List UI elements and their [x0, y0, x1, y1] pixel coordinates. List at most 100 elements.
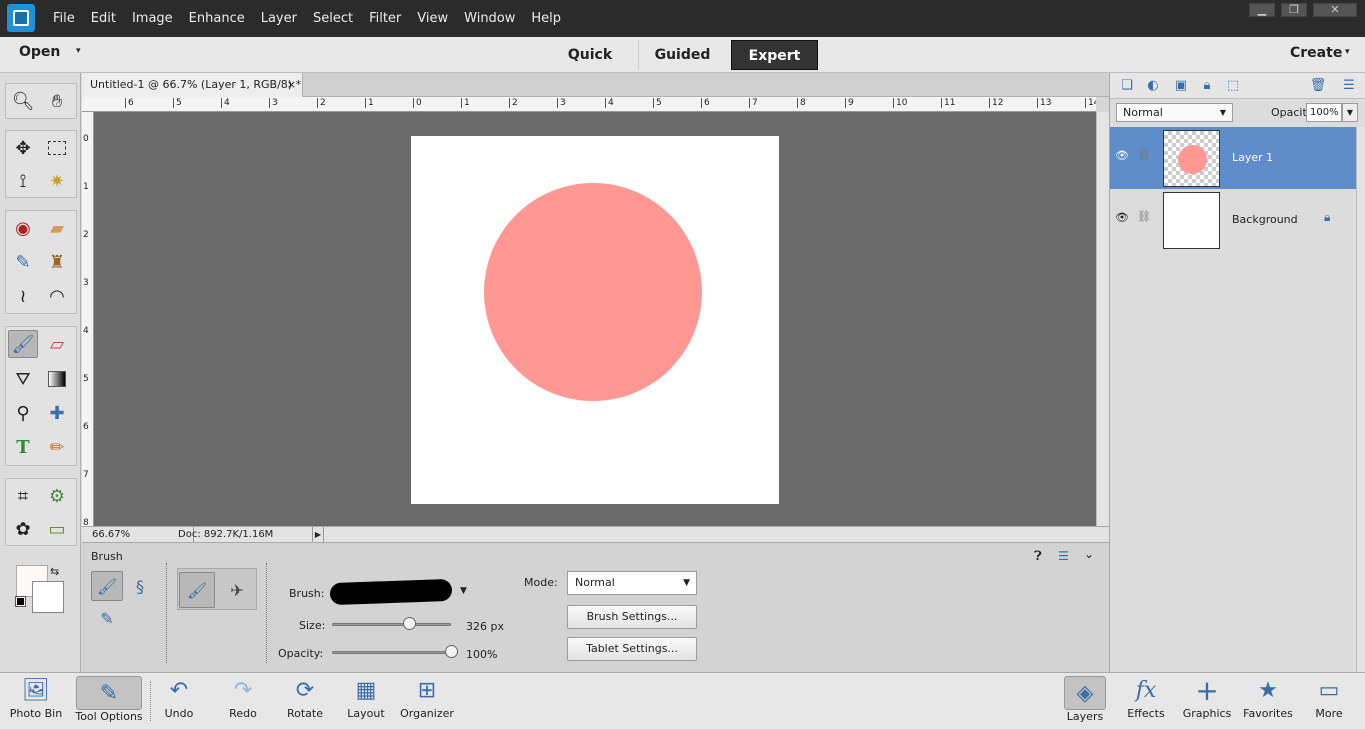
minimize-icon[interactable] [1249, 3, 1275, 17]
layer-row-layer-1[interactable]: 👁︎ ⛓︎ Layer 1 [1110, 127, 1356, 189]
clone-stamp-icon[interactable]: ♜ [42, 248, 72, 276]
effects-button[interactable]: fx Effects [1121, 673, 1171, 730]
blend-mode-dropdown[interactable]: Normal ▼ [1116, 103, 1233, 122]
menu-image[interactable]: Image [132, 11, 173, 26]
favorites-button[interactable]: ★ Favorites [1242, 673, 1294, 730]
layers-button[interactable]: ◈ Layers [1060, 673, 1110, 730]
menu-file[interactable]: File [53, 11, 75, 26]
size-slider[interactable] [332, 623, 451, 626]
tool-options-button[interactable]: ✎ Tool Options [72, 673, 146, 730]
eyedropper-icon[interactable]: ⚲ [8, 399, 38, 427]
marquee-tool-icon[interactable] [42, 134, 72, 162]
redo-button[interactable]: ↷ Redo [220, 673, 266, 730]
new-layer-icon[interactable]: ❏ [1118, 77, 1136, 95]
document-tab[interactable]: Untitled-1 @ 66.7% (Layer 1, RGB/8) * × [82, 73, 303, 97]
tablet-settings-button[interactable]: Tablet Settings... [567, 637, 697, 661]
smart-brush-icon[interactable]: ✎ [8, 248, 38, 276]
swap-colors-icon[interactable]: ⇆ [50, 565, 59, 578]
menu-enhance[interactable]: Enhance [189, 11, 245, 26]
brush-tool-icon[interactable]: 🖌︎ [8, 330, 38, 358]
cookie-cutter-icon[interactable]: ✿ [8, 515, 38, 543]
zoom-tool-icon[interactable]: 🔍︎ [8, 87, 38, 115]
close-window-icon[interactable] [1313, 3, 1357, 17]
lasso-tool-icon[interactable]: ⟟ [8, 167, 38, 195]
adjustment-layer-icon[interactable]: ◐ [1144, 77, 1162, 95]
layers-scrollbar[interactable] [1356, 127, 1365, 672]
layout-button[interactable]: ▦ Layout [343, 673, 389, 730]
open-button[interactable]: Open [19, 44, 60, 60]
photo-bin-button[interactable]: 🖼︎ Photo Bin [4, 673, 68, 730]
airbrush-icon[interactable]: ✈︎ [219, 572, 255, 608]
create-button[interactable]: Create [1290, 45, 1342, 61]
brush-preview[interactable] [329, 578, 453, 606]
brush-normal-icon[interactable]: 🖌︎ [179, 572, 215, 608]
layer-mask-icon[interactable]: ▣ [1172, 77, 1190, 95]
recompose-tool-icon[interactable]: ⚙︎ [42, 482, 72, 510]
custom-shape-icon[interactable]: ✚ [42, 399, 72, 427]
panel-menu-icon[interactable]: ☰ [1058, 549, 1069, 563]
collapse-panel-icon[interactable]: ⌄ [1084, 547, 1094, 561]
create-dropdown-icon[interactable]: ▾ [1345, 47, 1350, 57]
menu-filter[interactable]: Filter [369, 11, 401, 26]
magic-wand-icon[interactable]: ✷ [42, 167, 72, 195]
brush-settings-button[interactable]: Brush Settings... [567, 605, 697, 629]
menu-window[interactable]: Window [464, 11, 515, 26]
brush-picker-arrow-icon[interactable]: ▼ [460, 586, 467, 596]
type-tool-icon[interactable]: T [8, 433, 38, 461]
color-replacement-icon[interactable]: ✎ [91, 603, 123, 633]
visibility-eye-icon[interactable]: 👁︎ [1115, 149, 1129, 162]
blur-tool-icon[interactable]: ≀ [8, 282, 38, 310]
menu-layer[interactable]: Layer [261, 11, 297, 26]
menu-edit[interactable]: Edit [91, 11, 116, 26]
delete-layer-icon[interactable]: 🗑︎ [1309, 77, 1327, 95]
status-menu-arrow-icon[interactable]: ▶ [312, 527, 324, 542]
sponge-tool-icon[interactable]: ◠ [42, 282, 72, 310]
layer-row-background[interactable]: 👁︎ ⛓︎ Background 🔒︎ [1110, 189, 1356, 251]
layer-name[interactable]: Layer 1 [1232, 151, 1273, 164]
graphics-button[interactable]: + Graphics [1181, 673, 1233, 730]
menu-select[interactable]: Select [313, 11, 353, 26]
tab-quick[interactable]: Quick [548, 40, 632, 70]
tab-expert[interactable]: Expert [731, 40, 818, 70]
layer-opacity-arrow-icon[interactable]: ▼ [1342, 103, 1358, 122]
crop-tool-icon[interactable]: ⌗ [8, 482, 38, 510]
visibility-eye-icon[interactable]: 👁︎ [1115, 211, 1129, 224]
red-eye-tool-icon[interactable]: ◉ [8, 214, 38, 242]
straighten-tool-icon[interactable]: ▭ [42, 515, 72, 543]
layer-lock-icon[interactable]: 🔒︎ [1324, 210, 1330, 225]
move-tool-icon[interactable]: ✥ [8, 134, 38, 162]
layers-menu-icon[interactable]: ☰ [1340, 77, 1358, 95]
healing-brush-icon[interactable]: ▰ [42, 214, 72, 242]
tab-guided[interactable]: Guided [638, 40, 726, 70]
paint-bucket-icon[interactable]: ⛛ [8, 365, 38, 393]
restore-icon[interactable] [1281, 3, 1307, 17]
link-icon[interactable]: ⛓︎ [1137, 210, 1151, 223]
impressionist-brush-icon[interactable]: § [124, 571, 156, 601]
organizer-button[interactable]: ⊞ Organizer [398, 673, 456, 730]
brush-mode-icon[interactable]: 🖌︎ [91, 571, 123, 601]
menu-help[interactable]: Help [531, 11, 561, 26]
more-button[interactable]: ▭ More [1305, 673, 1353, 730]
layer-opacity-input[interactable]: 100% [1306, 103, 1342, 122]
vertical-scrollbar[interactable] [1096, 112, 1109, 526]
menu-view[interactable]: View [417, 11, 448, 26]
undo-button[interactable]: ↶ Undo [156, 673, 202, 730]
close-document-icon[interactable]: × [287, 73, 296, 97]
help-icon[interactable]: ❓︎ [1034, 549, 1042, 564]
hand-tool-icon[interactable]: ✋︎ [42, 87, 72, 115]
gradient-tool-icon[interactable] [42, 365, 72, 393]
size-slider-handle[interactable] [403, 617, 417, 630]
rotate-button[interactable]: ⟳ Rotate [282, 673, 328, 730]
lock-all-icon[interactable]: 🔒︎ [1198, 77, 1216, 95]
pencil-tool-icon[interactable]: ✏︎ [42, 433, 72, 461]
opacity-slider-handle[interactable] [445, 645, 458, 658]
default-colors-icon[interactable] [15, 596, 26, 607]
mode-dropdown[interactable]: Normal ▼ [567, 571, 697, 595]
open-dropdown-icon[interactable]: ▾ [76, 46, 81, 56]
link-icon[interactable]: ⛓︎ [1137, 148, 1151, 161]
eraser-tool-icon[interactable]: ▱ [42, 330, 72, 358]
layer-name[interactable]: Background [1232, 213, 1298, 226]
lock-transparency-icon[interactable]: ⬚ [1224, 77, 1242, 95]
background-color-swatch[interactable] [32, 581, 64, 613]
opacity-slider[interactable] [332, 651, 451, 654]
